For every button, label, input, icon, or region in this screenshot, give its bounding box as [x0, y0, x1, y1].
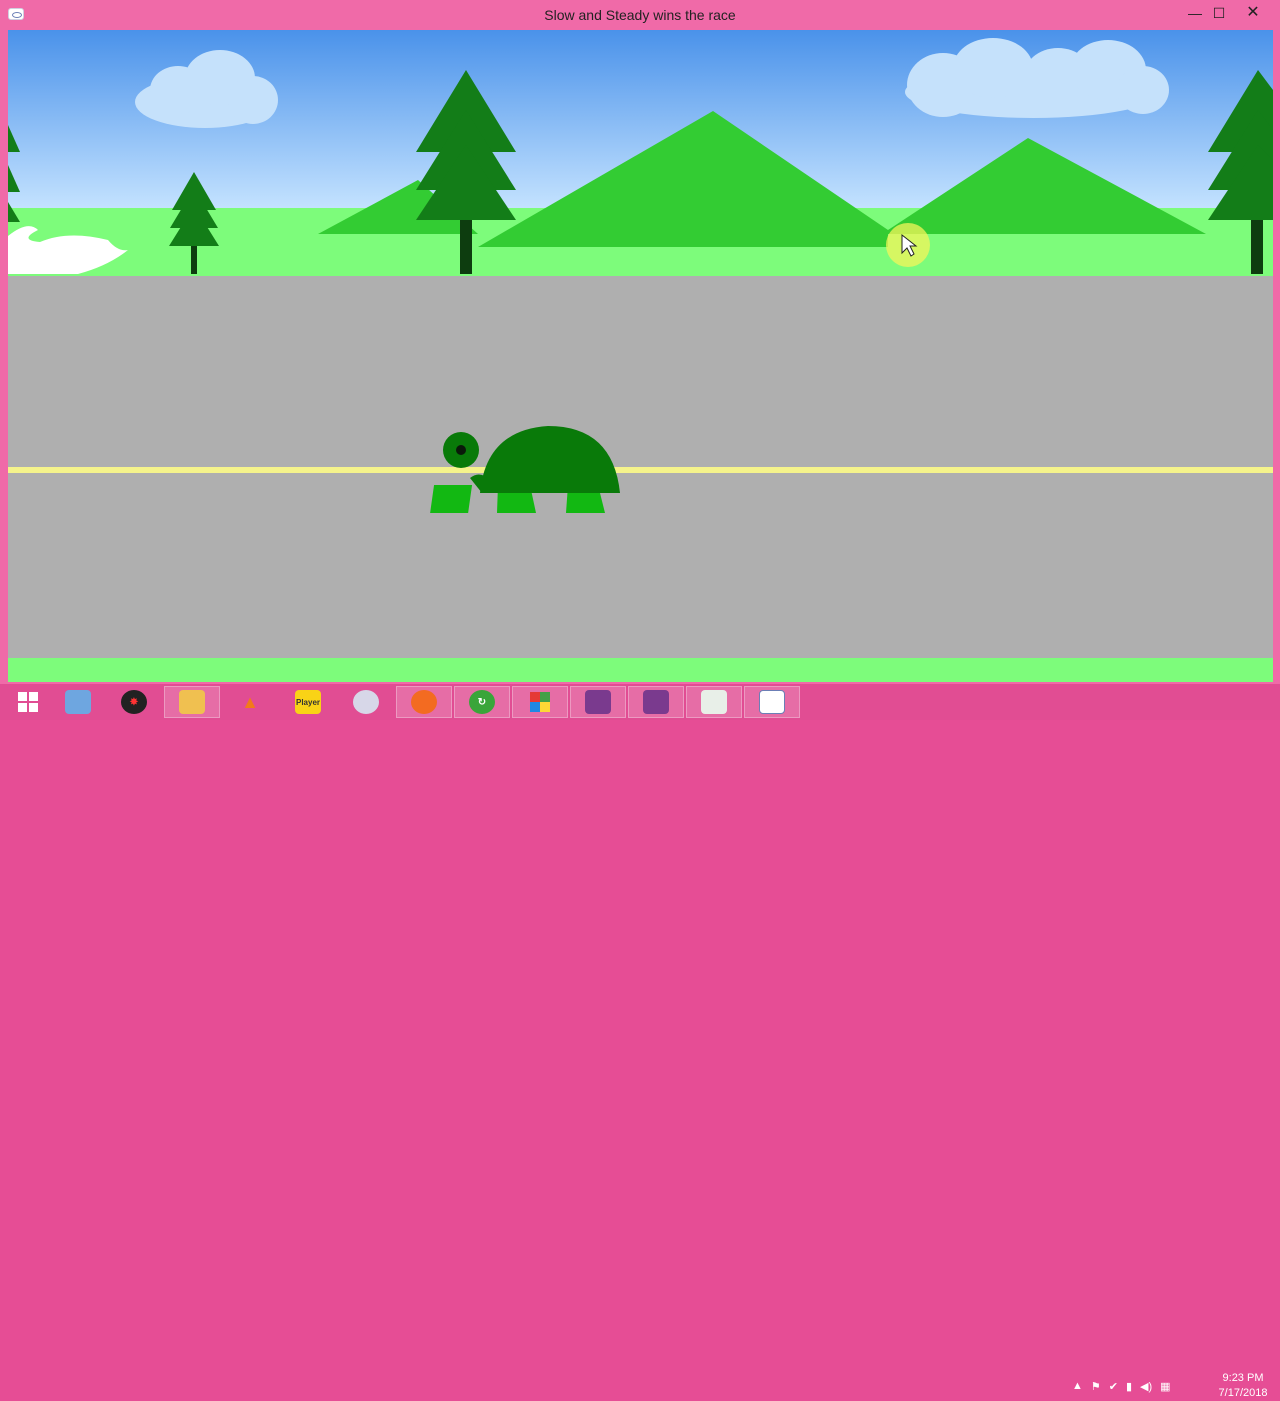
recorder-icon[interactable]	[570, 686, 626, 718]
volume-icon[interactable]: ◀)	[1140, 1380, 1152, 1393]
mountain-range	[478, 111, 1206, 247]
file-explorer-icon[interactable]	[50, 686, 106, 718]
network-icon[interactable]: ▦	[1160, 1380, 1170, 1393]
tortoise-eye	[456, 445, 466, 455]
app-window: Slow and Steady wins the race — ☐ ✕	[0, 0, 1280, 688]
tortoise	[430, 426, 620, 513]
tree-right-edge	[1208, 70, 1273, 274]
settings-web-icon[interactable]: ✸	[106, 686, 162, 718]
tree-left-edge	[8, 125, 20, 222]
security-icon[interactable]: ✔	[1109, 1380, 1118, 1393]
snipping-tool-icon[interactable]	[338, 686, 394, 718]
tree-small	[169, 172, 219, 274]
scene-drawing	[8, 38, 1273, 513]
tray-expand-icon[interactable]: ▲	[1072, 1380, 1083, 1392]
opengl-canvas[interactable]	[8, 30, 1273, 682]
action-center-icon[interactable]: ⚑	[1091, 1380, 1101, 1393]
clock[interactable]: 9:23 PM 7/17/2018	[1212, 1371, 1274, 1401]
battery-icon[interactable]: ▮	[1126, 1380, 1132, 1393]
window-title: Slow and Steady wins the race	[544, 7, 736, 23]
mouse-cursor-icon	[886, 223, 930, 267]
clock-date: 7/17/2018	[1218, 1387, 1268, 1399]
cloud-right	[905, 38, 1169, 118]
video-editor-icon[interactable]	[628, 686, 684, 718]
camtasia-icon[interactable]: ↻	[454, 686, 510, 718]
folder-icon[interactable]	[164, 686, 220, 718]
clock-time: 9:23 PM	[1222, 1372, 1264, 1384]
player-icon[interactable]: Player	[280, 686, 336, 718]
white-cloud-ground	[8, 226, 128, 274]
tortoise-front-leg	[430, 485, 473, 513]
maximize-button[interactable]: ☐	[1204, 2, 1234, 26]
close-button[interactable]: ✕	[1238, 2, 1268, 26]
system-tray: ▲ ⚑ ✔ ▮ ◀) ▦	[1072, 1372, 1212, 1400]
notes-icon[interactable]	[686, 686, 742, 718]
matlab-icon[interactable]: ▲	[222, 686, 278, 718]
visual-studio-icon[interactable]	[512, 686, 568, 718]
title-bar[interactable]: Slow and Steady wins the race — ☐ ✕	[0, 0, 1280, 30]
opengl-app-icon[interactable]	[744, 686, 800, 718]
taskbar: ✸ ▲ Player ↻ ▲ ⚑ ✔ ▮ ◀) ▦ 9:23 PM 7/17/2…	[0, 684, 1280, 1399]
windows-start-icon[interactable]	[0, 686, 56, 718]
tortoise-shell	[480, 426, 620, 493]
firefox-icon[interactable]	[396, 686, 452, 718]
cloud-left	[135, 50, 278, 128]
